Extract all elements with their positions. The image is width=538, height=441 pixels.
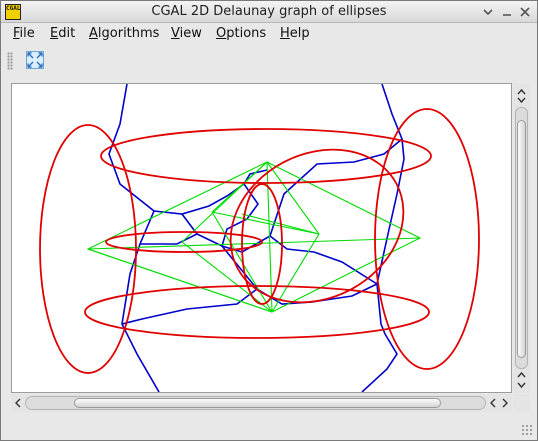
delaunay-scene[interactable]	[12, 84, 511, 392]
vertical-scroll-track[interactable]	[515, 107, 528, 369]
minimize-icon[interactable]	[499, 4, 515, 20]
graphics-view[interactable]	[11, 83, 512, 393]
scroll-left-icon[interactable]	[12, 397, 24, 409]
window-title: CGAL 2D Delaunay graph of ellipses	[151, 4, 387, 19]
fit-to-view-icon	[26, 51, 44, 69]
scrollbar-corner	[513, 394, 530, 412]
menu-options[interactable]: Options	[216, 26, 266, 41]
toolbar	[1, 46, 537, 76]
toolbar-grip-icon[interactable]	[7, 52, 13, 70]
menu-file-label: File	[13, 26, 35, 41]
app-window: CGAL CGAL 2D Delaunay graph of ellipses …	[0, 0, 538, 441]
voronoi-edge	[121, 288, 258, 325]
ellipse	[84, 285, 430, 339]
menu-edit[interactable]: Edit	[50, 26, 75, 41]
scroll-down-top-icon[interactable]	[516, 95, 527, 105]
scroll-up-bottom-icon[interactable]	[516, 370, 527, 380]
voronoi-edge	[269, 235, 378, 285]
voronoi-edge	[361, 333, 398, 392]
title-bar[interactable]: CGAL CGAL 2D Delaunay graph of ellipses	[1, 1, 537, 23]
voronoi-edge	[108, 84, 160, 392]
scroll-right-icon[interactable]	[499, 397, 511, 409]
delaunay-edge	[211, 211, 320, 235]
menu-view[interactable]: View	[171, 26, 202, 41]
menu-help-label: Help	[280, 26, 310, 41]
scroll-left-end-icon[interactable]	[487, 397, 499, 409]
ellipse	[105, 231, 263, 253]
menu-view-label: View	[171, 26, 202, 41]
voronoi-edge	[269, 138, 403, 237]
menu-algorithms-label: Algorithms	[89, 26, 160, 41]
scroll-down-icon[interactable]	[516, 380, 527, 390]
voronoi-edge	[140, 213, 199, 245]
delaunay-edge	[87, 248, 273, 313]
vertical-scroll-thumb[interactable]	[517, 120, 526, 358]
resize-grip-icon[interactable]	[521, 424, 533, 436]
delaunay-edge	[87, 237, 421, 250]
status-bar	[1, 413, 537, 440]
menu-file[interactable]: File	[13, 26, 35, 41]
menu-bar: File Edit Algorithms View Options Help	[1, 24, 537, 44]
fit-to-view-button[interactable]	[25, 50, 45, 70]
window-menu-arrow-icon[interactable]	[480, 4, 496, 20]
menu-edit-label: Edit	[50, 26, 76, 41]
horizontal-scrollbar[interactable]	[11, 394, 512, 412]
close-icon[interactable]	[517, 4, 533, 20]
horizontal-scroll-thumb[interactable]	[74, 398, 441, 408]
horizontal-scroll-track[interactable]	[25, 396, 486, 410]
vertical-scrollbar[interactable]	[513, 83, 530, 393]
menu-help[interactable]: Help	[280, 26, 310, 41]
menu-options-label: Options	[216, 26, 267, 41]
menu-algorithms[interactable]: Algorithms	[89, 26, 159, 41]
